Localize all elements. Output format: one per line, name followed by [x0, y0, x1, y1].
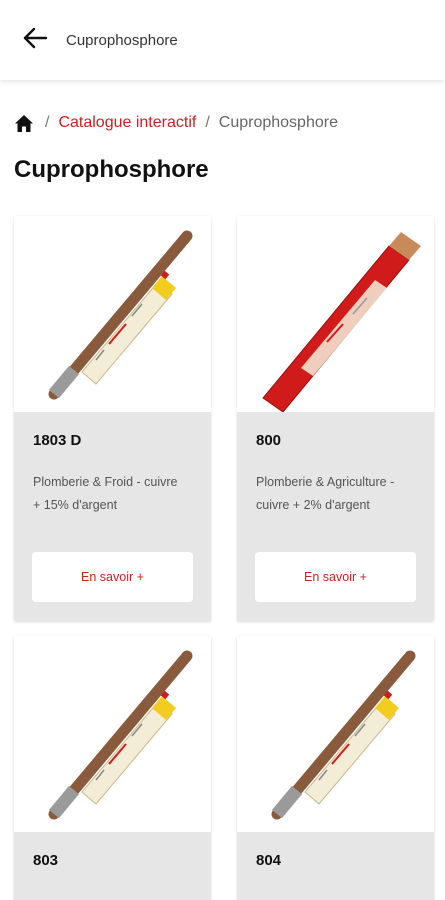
breadcrumb-current: Cuprophosphore: [218, 114, 338, 131]
home-icon[interactable]: [14, 112, 36, 134]
product-name: 804: [256, 852, 282, 869]
back-button[interactable]: [12, 17, 58, 63]
product-description-line: + 15% d'argent: [33, 498, 118, 512]
product-card[interactable]: 1803 D Plomberie & Froid - cuivre + 15% …: [14, 216, 211, 621]
product-name: 800: [256, 432, 282, 449]
arrow-left-icon: [22, 27, 48, 54]
product-image: [14, 636, 211, 832]
breadcrumb-link-catalogue[interactable]: Catalogue interactif: [58, 114, 196, 132]
product-card[interactable]: 800 Plomberie & Agriculture - cuivre + 2…: [237, 216, 434, 621]
product-name: 1803 D: [33, 432, 82, 449]
product-description-line: cuivre + 2% d'argent: [256, 498, 370, 512]
product-card[interactable]: 803: [14, 636, 211, 900]
product-description: Plomberie & Agriculture - cuivre + 2% d'…: [256, 471, 415, 517]
product-description-line: Plomberie & Agriculture -: [256, 475, 395, 489]
learn-more-button[interactable]: En savoir +: [255, 552, 416, 602]
breadcrumb: / Catalogue interactif / Cuprophosphore: [14, 112, 338, 134]
app-bar-title: Cuprophosphore: [66, 31, 178, 49]
product-card[interactable]: 804: [237, 636, 434, 900]
app-bar: Cuprophosphore: [0, 0, 445, 80]
product-description-line: Plomberie & Froid - cuivre: [33, 475, 178, 489]
breadcrumb-separator: /: [45, 114, 50, 131]
product-description: Plomberie & Froid - cuivre + 15% d'argen…: [33, 471, 192, 517]
breadcrumb-separator: /: [205, 114, 210, 131]
product-name: 803: [33, 852, 59, 869]
product-image: [237, 636, 434, 832]
page-title: Cuprophosphore: [14, 156, 209, 183]
learn-more-button[interactable]: En savoir +: [32, 552, 193, 602]
product-image: [237, 216, 434, 412]
product-image: [14, 216, 211, 412]
